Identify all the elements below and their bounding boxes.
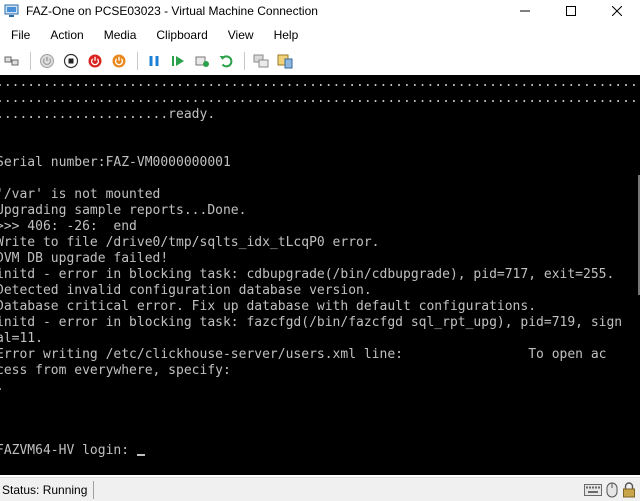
console-line: ........................................…	[0, 91, 638, 106]
toolbar-separator	[137, 52, 138, 70]
login-prompt: FAZVM64-HV login:	[0, 443, 137, 458]
text-cursor	[136, 454, 145, 456]
menu-clipboard[interactable]: Clipboard	[146, 24, 217, 46]
ctrl-alt-del-button[interactable]	[1, 50, 23, 72]
share-icon	[277, 54, 293, 69]
minimize-icon	[520, 10, 530, 12]
console-line: Error writing /etc/clickhouse-server/use…	[0, 347, 607, 362]
power-icon	[112, 54, 126, 68]
pause-button[interactable]	[143, 50, 165, 72]
maximize-icon	[566, 6, 576, 16]
start-icon	[40, 54, 54, 68]
pause-icon	[149, 56, 159, 66]
mouse-icon	[606, 482, 618, 498]
ctrl-alt-del-icon	[4, 56, 19, 66]
turn-off-icon	[63, 53, 79, 69]
share-button[interactable]	[274, 50, 296, 72]
power-button[interactable]	[108, 50, 130, 72]
keyboard-indicator	[584, 484, 602, 496]
close-icon	[612, 6, 622, 16]
close-button[interactable]	[594, 0, 640, 22]
console-line: Detected invalid configuration database …	[0, 283, 372, 298]
resume-button[interactable]	[167, 50, 189, 72]
resume-icon	[172, 56, 184, 66]
vm-connection-icon	[4, 4, 19, 17]
keyboard-icon	[584, 484, 602, 496]
status-text: Status: Running	[0, 480, 95, 499]
window-title: FAZ-One on PCSE03023 - Virtual Machine C…	[26, 4, 318, 18]
menu-action[interactable]: Action	[40, 24, 93, 46]
console-line: Upgrading sample reports...Done.	[0, 203, 247, 218]
console-line: ........................................…	[0, 75, 638, 90]
shut-down-icon	[88, 54, 102, 68]
console-line: cess from everywhere, specify:	[0, 363, 231, 378]
start-button[interactable]	[36, 50, 58, 72]
shut-down-button[interactable]	[84, 50, 106, 72]
revert-button[interactable]	[215, 50, 237, 72]
login-prompt-line: FAZVM64-HV login:	[0, 443, 638, 459]
console-line: Database critical error. Fix up database…	[0, 299, 537, 314]
minimize-button[interactable]	[502, 0, 548, 22]
console-line: initd - error in blocking task: fazcfgd(…	[0, 315, 623, 330]
console-output: ........................................…	[0, 75, 638, 475]
turn-off-button[interactable]	[60, 50, 82, 72]
enhanced-session-button[interactable]	[250, 50, 272, 72]
menu-media[interactable]: Media	[94, 24, 147, 46]
toolbar-separator	[244, 52, 245, 70]
menu-bar: File Action Media Clipboard View Help	[0, 24, 640, 46]
console-line: al=11.	[0, 331, 43, 346]
console-line: >>> 406: -26: end	[0, 219, 137, 234]
maximize-button[interactable]	[548, 0, 594, 22]
title-bar: FAZ-One on PCSE03023 - Virtual Machine C…	[0, 0, 640, 22]
toolbar	[0, 48, 640, 74]
menu-view[interactable]: View	[218, 24, 264, 46]
status-bar: Status: Running	[0, 477, 640, 501]
lock-indicator	[622, 482, 636, 498]
console-line: DVM DB upgrade failed!	[0, 251, 169, 266]
menu-help[interactable]: Help	[264, 24, 309, 46]
console-line: ......................ready.	[0, 107, 216, 122]
mouse-indicator	[606, 482, 618, 498]
checkpoint-icon	[195, 56, 209, 67]
console-line: '/var' is not mounted	[0, 187, 161, 202]
checkpoint-button[interactable]	[191, 50, 213, 72]
console-line: Write to file /drive0/tmp/sqlts_idx_tLcq…	[0, 235, 380, 250]
vm-console[interactable]: ........................................…	[0, 75, 640, 475]
revert-icon	[219, 55, 233, 68]
console-line: initd - error in blocking task: cdbupgra…	[0, 267, 615, 282]
toolbar-separator	[30, 52, 31, 70]
console-line: Serial number:FAZ-VM0000000001	[0, 155, 231, 170]
enhanced-session-icon	[253, 54, 269, 68]
menu-file[interactable]: File	[0, 24, 40, 46]
console-line: .	[0, 379, 638, 395]
lock-icon	[623, 482, 635, 498]
